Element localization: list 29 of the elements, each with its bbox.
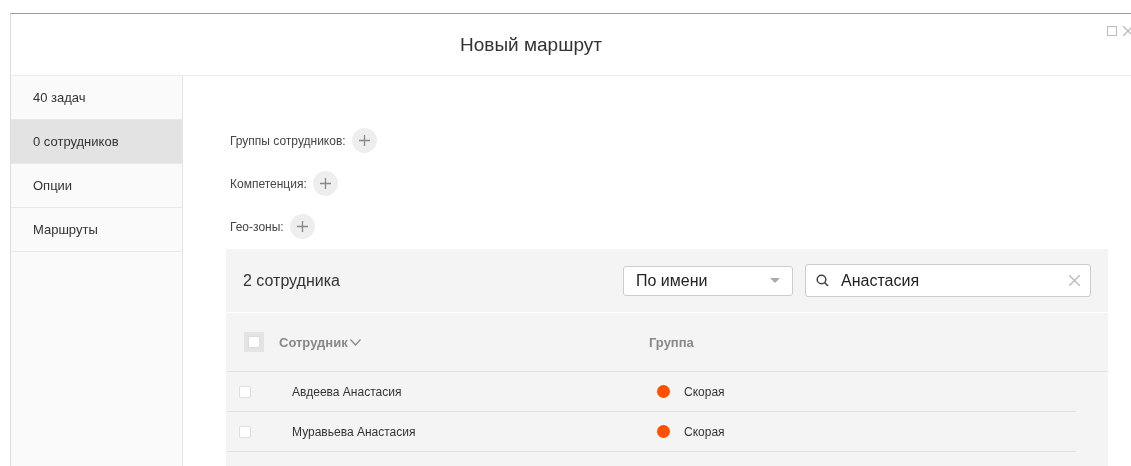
plus-icon (319, 178, 331, 189)
maximize-icon[interactable] (1107, 26, 1117, 36)
chevron-down-icon (349, 338, 361, 346)
add-button[interactable] (289, 214, 315, 239)
close-icon[interactable] (1123, 26, 1131, 36)
group-name: Скорая (684, 384, 725, 399)
caret-icon (770, 278, 780, 283)
row-checkbox[interactable] (239, 425, 251, 438)
filter-label: Группы сотрудников: (230, 133, 346, 148)
employee-name: Авдеева Анастасия (292, 384, 403, 399)
add-button[interactable] (312, 171, 338, 196)
sidebar-item[interactable]: Маршруты (11, 208, 182, 252)
plus-icon (358, 135, 370, 146)
plus-icon (296, 221, 308, 232)
search-input[interactable]: Анастасия (839, 270, 1059, 291)
search-field[interactable]: Анастасия (805, 264, 1091, 297)
row-checkbox[interactable] (239, 385, 251, 398)
clear-icon[interactable] (1069, 275, 1080, 286)
add-button[interactable] (351, 128, 377, 153)
sidebar-item[interactable]: 0 сотрудников (11, 120, 182, 164)
sort-dropdown[interactable]: По имени (623, 265, 793, 296)
sidebar-item[interactable]: Опции (11, 164, 182, 208)
employee-name: Муравьева Анастасия (292, 424, 417, 439)
filter-label: Гео-зоны: (230, 219, 284, 234)
window-title: Новый маршрут (460, 33, 602, 56)
search-icon (816, 274, 829, 287)
employee-count: 2 сотрудника (243, 271, 341, 290)
group-name: Скорая (684, 424, 725, 439)
filter-label: Компетенция: (230, 176, 307, 191)
